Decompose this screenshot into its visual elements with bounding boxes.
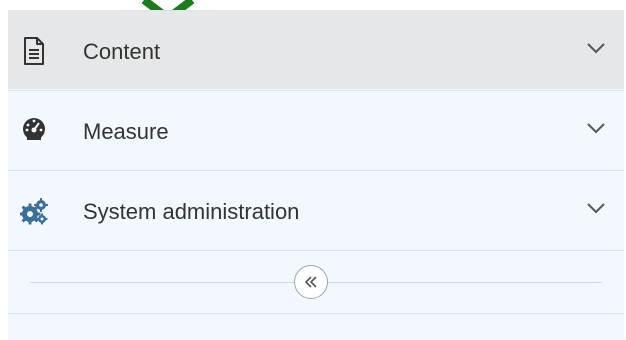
menu-item-system-administration[interactable]: System administration xyxy=(8,170,624,249)
gears-icon xyxy=(20,198,48,225)
chevron-down-icon[interactable] xyxy=(586,41,606,55)
collapse-sidebar-button[interactable] xyxy=(294,265,328,299)
document-icon xyxy=(24,37,44,65)
chevron-down-icon[interactable] xyxy=(586,201,606,215)
divider xyxy=(8,313,624,314)
menu-item-measure[interactable]: Measure xyxy=(8,90,624,169)
menu-item-label: Measure xyxy=(83,119,169,144)
menu-item-label: Content xyxy=(83,39,161,64)
menu-item-label: System administration xyxy=(83,199,300,224)
gauge-icon xyxy=(23,118,45,140)
chevron-down-icon[interactable] xyxy=(586,121,606,135)
sidebar-menu: Content Measure System administration xyxy=(8,10,624,340)
collapse-sidebar-row xyxy=(8,250,624,313)
menu-item-content[interactable]: Content xyxy=(8,10,624,89)
double-chevron-left-icon xyxy=(304,276,317,288)
